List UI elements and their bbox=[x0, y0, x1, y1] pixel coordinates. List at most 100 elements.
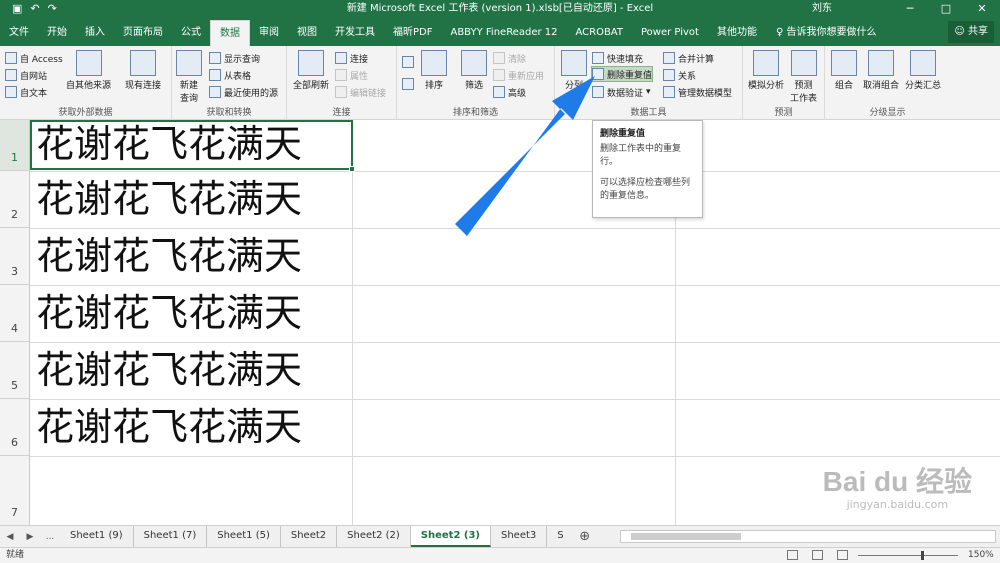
cell-a2[interactable]: 花谢花飞花满天 bbox=[36, 177, 302, 221]
close-button[interactable]: ✕ bbox=[964, 0, 1000, 18]
tell-me-search[interactable]: ♀ 告诉我你想要做什么 bbox=[766, 20, 877, 46]
tab-power-pivot[interactable]: Power Pivot bbox=[632, 20, 708, 46]
properties-button[interactable]: 属性 bbox=[335, 67, 368, 83]
sheet-tab[interactable]: Sheet1 (5) bbox=[207, 526, 281, 547]
row-header-1[interactable]: 1 bbox=[0, 120, 30, 171]
what-if-analysis-button[interactable]: 模拟分析 bbox=[748, 50, 784, 91]
tab-foxit-pdf[interactable]: 福昕PDF bbox=[384, 20, 441, 46]
clear-button[interactable]: 清除 bbox=[493, 50, 526, 66]
relationships-button[interactable]: 关系 bbox=[663, 67, 696, 83]
recent-sources-button[interactable]: 最近使用的源 bbox=[209, 84, 278, 100]
tab-acrobat[interactable]: ACROBAT bbox=[566, 20, 632, 46]
row-header-5[interactable]: 5 bbox=[0, 342, 30, 399]
row-divider bbox=[30, 456, 1000, 457]
subtotal-icon bbox=[910, 50, 936, 76]
fill-handle[interactable] bbox=[349, 166, 355, 172]
ungroup-button[interactable]: 取消组合 bbox=[863, 50, 899, 91]
existing-connections-button[interactable]: 现有连接 bbox=[125, 50, 161, 91]
flash-fill-button[interactable]: 快速填充 bbox=[592, 50, 643, 66]
clear-filter-icon bbox=[493, 52, 505, 64]
cell-a4[interactable]: 花谢花飞花满天 bbox=[36, 291, 302, 335]
zoom-slider-knob[interactable] bbox=[921, 551, 924, 560]
tab-insert[interactable]: 插入 bbox=[76, 20, 114, 46]
sheet-tab[interactable]: Sheet1 (9) bbox=[60, 526, 134, 547]
remove-duplicates-tooltip: 删除重复值 删除工作表中的重复行。 可以选择应检查哪些列的重复信息。 bbox=[592, 120, 703, 218]
save-icon[interactable]: ▣ bbox=[12, 0, 22, 18]
tab-file[interactable]: 文件 bbox=[0, 20, 38, 46]
restore-button[interactable]: □ bbox=[928, 0, 964, 18]
sheet-tab-active[interactable]: Sheet2 (3) bbox=[410, 526, 491, 547]
tab-developer[interactable]: 开发工具 bbox=[326, 20, 384, 46]
tab-home[interactable]: 开始 bbox=[38, 20, 76, 46]
tab-abbyy[interactable]: ABBYY FineReader 12 bbox=[441, 20, 566, 46]
add-sheet-icon[interactable]: ⊕ bbox=[574, 529, 596, 544]
horizontal-scrollbar[interactable] bbox=[620, 530, 996, 543]
zoom-slider[interactable] bbox=[858, 555, 958, 556]
page-break-view-icon[interactable] bbox=[837, 550, 848, 560]
tab-review[interactable]: 审阅 bbox=[250, 20, 288, 46]
new-query-button[interactable]: 新建 查询 bbox=[176, 50, 202, 104]
flash-fill-icon bbox=[592, 52, 604, 64]
row-header-3[interactable]: 3 bbox=[0, 228, 30, 285]
row-header-6[interactable]: 6 bbox=[0, 399, 30, 456]
from-access-button[interactable]: 自 Access bbox=[5, 50, 63, 66]
forecast-sheet-button[interactable]: 预测 工作表 bbox=[790, 50, 817, 104]
show-queries-button[interactable]: 显示查询 bbox=[209, 50, 260, 66]
row-header-7[interactable]: 7 bbox=[0, 456, 30, 525]
group-outline: 组合 取消组合 分类汇总 分级显示 bbox=[825, 46, 950, 120]
edit-links-button[interactable]: 编辑链接 bbox=[335, 84, 386, 100]
tab-data[interactable]: 数据 bbox=[210, 20, 250, 46]
sheet-tab[interactable]: Sheet2 bbox=[281, 526, 338, 547]
tab-formulas[interactable]: 公式 bbox=[172, 20, 210, 46]
sheet-more-icon[interactable]: ... bbox=[40, 532, 60, 542]
window-controls: ─ □ ✕ bbox=[892, 0, 1000, 18]
from-other-sources-button[interactable]: 自其他来源 bbox=[66, 50, 111, 91]
refresh-all-button[interactable]: 全部刷新 bbox=[293, 50, 329, 91]
scrollbar-thumb[interactable] bbox=[631, 533, 741, 540]
tab-other[interactable]: 其他功能 bbox=[708, 20, 766, 46]
group-button[interactable]: 组合 bbox=[831, 50, 857, 91]
row-header-2[interactable]: 2 bbox=[0, 171, 30, 228]
sheet-tab[interactable]: S bbox=[547, 526, 573, 547]
undo-icon[interactable]: ↶ bbox=[30, 0, 39, 18]
sheet-tab[interactable]: Sheet3 bbox=[491, 526, 548, 547]
from-table-button[interactable]: 从表格 bbox=[209, 67, 251, 83]
cell-a5[interactable]: 花谢花飞花满天 bbox=[36, 348, 302, 392]
row-divider bbox=[30, 285, 1000, 286]
connections-button[interactable]: 连接 bbox=[335, 50, 368, 66]
share-button[interactable]: ☺ 共享 bbox=[948, 21, 994, 43]
annotation-arrow-icon bbox=[455, 76, 595, 236]
sheet-next-icon[interactable]: ▶ bbox=[20, 532, 40, 542]
from-web-button[interactable]: 自网站 bbox=[5, 67, 47, 83]
sort-za-icon bbox=[402, 78, 414, 90]
sheet-tab[interactable]: Sheet1 (7) bbox=[134, 526, 208, 547]
cell-a6[interactable]: 花谢花飞花满天 bbox=[36, 405, 302, 449]
tab-page-layout[interactable]: 页面布局 bbox=[114, 20, 172, 46]
sheet-tab[interactable]: Sheet2 (2) bbox=[337, 526, 411, 547]
manage-data-model-button[interactable]: 管理数据模型 bbox=[663, 84, 732, 100]
subtotal-button[interactable]: 分类汇总 bbox=[905, 50, 941, 91]
consolidate-button[interactable]: 合并计算 bbox=[663, 50, 714, 66]
user-name[interactable]: 刘东 bbox=[812, 0, 832, 18]
zoom-level[interactable]: 150% bbox=[968, 548, 994, 563]
column-divider bbox=[352, 120, 353, 525]
tab-view[interactable]: 视图 bbox=[288, 20, 326, 46]
row-header-4[interactable]: 4 bbox=[0, 285, 30, 342]
tooltip-title: 删除重复值 bbox=[600, 129, 646, 139]
sort-az-button[interactable] bbox=[402, 54, 414, 70]
person-icon: ☺ bbox=[954, 26, 968, 37]
group-label: 获取和转换 bbox=[206, 108, 252, 118]
from-text-button[interactable]: 自文本 bbox=[5, 84, 47, 100]
recent-sources-icon bbox=[209, 86, 221, 98]
sort-button[interactable]: 排序 bbox=[421, 50, 447, 91]
normal-view-icon[interactable] bbox=[787, 550, 798, 560]
sheet-prev-icon[interactable]: ◀ bbox=[0, 532, 20, 542]
minimize-button[interactable]: ─ bbox=[892, 0, 928, 18]
page-layout-view-icon[interactable] bbox=[812, 550, 823, 560]
lightbulb-icon: ♀ bbox=[775, 27, 787, 38]
sort-za-button[interactable] bbox=[402, 76, 414, 92]
cell-a3[interactable]: 花谢花飞花满天 bbox=[36, 234, 302, 278]
other-sources-icon bbox=[75, 50, 102, 76]
redo-icon[interactable]: ↷ bbox=[48, 0, 57, 18]
row-divider bbox=[30, 342, 1000, 343]
